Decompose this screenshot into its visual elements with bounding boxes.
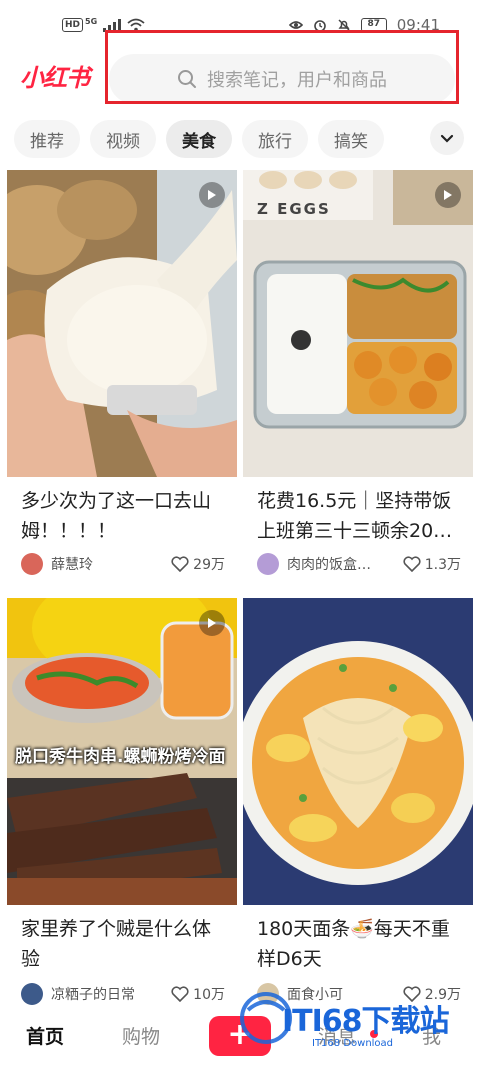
like-button[interactable]: 29万: [171, 554, 225, 574]
tab-recommend[interactable]: 推荐: [14, 120, 80, 158]
video-play-icon: [199, 182, 225, 208]
wifi-icon: [127, 18, 145, 32]
card-title: 花费16.5元｜坚持带饭上班第三十三顿余20…: [257, 490, 453, 542]
like-count: 1.3万: [424, 557, 461, 573]
card-image[interactable]: [7, 170, 237, 477]
nav-home[interactable]: 首页: [26, 1022, 64, 1049]
status-left: HD 5G: [62, 16, 145, 32]
card-image[interactable]: [243, 598, 473, 905]
tab-funny[interactable]: 搞笑: [318, 120, 384, 158]
watermark-subtext: IT168 Download: [312, 1038, 394, 1049]
card-title: 多少次为了这一口去山姆！！！！: [21, 490, 212, 542]
eye-icon: [288, 21, 303, 29]
author-name[interactable]: 凉粞子的日常: [51, 984, 171, 1004]
status-bar: HD 5G 87 09:41: [0, 0, 480, 40]
feed-card[interactable]: 多少次为了这一口去山姆！！！！ 薛慧玲 29万: [7, 170, 237, 588]
watermark-text: ITI68下载站: [282, 1004, 450, 1039]
avatar[interactable]: [21, 553, 43, 575]
clock: 09:41: [396, 16, 440, 34]
search-bar[interactable]: 搜索笔记，用户和商品: [109, 54, 455, 104]
author-name[interactable]: 薛慧玲: [51, 554, 171, 574]
card-meta: 凉粞子的日常 10万: [21, 982, 225, 1006]
card-image[interactable]: 脱口秀牛肉串.螺蛳粉烤冷面: [7, 598, 237, 905]
hd-badge: HD: [62, 18, 84, 32]
video-caption-overlay: 脱口秀牛肉串.螺蛳粉烤冷面: [15, 747, 226, 767]
card-title: 180天面条🍜每天不重样D6天: [257, 918, 450, 970]
heart-icon: [171, 556, 189, 572]
alarm-icon: [313, 20, 326, 32]
video-play-icon: [435, 182, 461, 208]
video-play-icon: [199, 610, 225, 636]
tab-food[interactable]: 美食: [166, 120, 232, 158]
battery-icon: 87: [360, 18, 387, 32]
app-logo[interactable]: 小红书: [20, 58, 90, 93]
status-right: 87 09:41: [288, 16, 440, 34]
heart-icon: [171, 986, 189, 1002]
noodle-soup-photo: [243, 598, 473, 905]
avatar[interactable]: [257, 553, 279, 575]
heart-icon: [403, 556, 421, 572]
network-type: 5G: [85, 16, 98, 26]
card-title: 家里养了个贼是什么体验: [21, 918, 212, 970]
like-button[interactable]: 10万: [171, 984, 225, 1004]
tabs-expand-button[interactable]: [430, 121, 464, 155]
search-placeholder: 搜索笔记，用户和商品: [207, 70, 387, 91]
category-tabs: 推荐 视频 美食 旅行 搞笑: [14, 120, 480, 158]
card-meta: 肉肉的饭盒… 1.3万: [257, 552, 461, 576]
watermark: ITI68下载站 IT168 Download: [238, 976, 474, 1056]
avatar[interactable]: [21, 983, 43, 1005]
card-meta: 薛慧玲 29万: [21, 552, 225, 576]
like-count: 29万: [193, 557, 225, 573]
nav-shop[interactable]: 购物: [122, 1022, 160, 1049]
feed-card[interactable]: 脱口秀牛肉串.螺蛳粉烤冷面 家里养了个贼是什么体验 凉粞子的日常 10万: [7, 598, 237, 1010]
mute-bell-icon: [338, 19, 350, 31]
tab-travel[interactable]: 旅行: [242, 120, 308, 158]
search-icon: [178, 70, 196, 88]
card-image[interactable]: Z EGGS: [243, 170, 473, 477]
like-button[interactable]: 1.3万: [403, 554, 461, 574]
chevron-down-icon: [440, 134, 454, 143]
header: 小红书 搜索笔记，用户和商品: [0, 50, 480, 106]
signal-icon: [103, 18, 122, 32]
egg-tray-label: Z EGGS: [257, 200, 331, 218]
tab-video[interactable]: 视频: [90, 120, 156, 158]
feed-card[interactable]: Z EGGS 花费16.5元｜坚持带饭上班第三十三顿余20… 肉肉的饭盒… 1.…: [243, 170, 473, 588]
author-name[interactable]: 肉肉的饭盒…: [287, 554, 403, 574]
like-count: 10万: [193, 987, 225, 1003]
cream-cheese-photo: [7, 170, 237, 477]
feed-card[interactable]: 180天面条🍜每天不重样D6天 面食小可 2.9万: [243, 598, 473, 1010]
